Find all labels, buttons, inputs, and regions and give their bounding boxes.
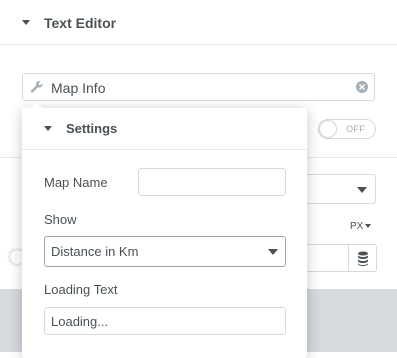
show-label: Show <box>44 212 77 227</box>
loading-text-label: Loading Text <box>44 282 118 297</box>
section-header[interactable]: Text Editor <box>0 0 397 45</box>
chevron-down-icon <box>365 224 372 229</box>
unit-selector[interactable]: PX <box>350 221 372 232</box>
settings-header[interactable]: Settings <box>22 108 307 150</box>
underlying-select[interactable] <box>300 174 376 204</box>
settings-popover: Settings Map Name Show Distance in Km Lo… <box>22 102 307 358</box>
dynamic-tag-value: Map Info <box>51 80 106 96</box>
show-select-value: Distance in Km <box>51 244 139 259</box>
caret-down-icon <box>44 126 52 131</box>
wrench-icon[interactable] <box>30 80 44 99</box>
map-name-label: Map Name <box>44 175 108 190</box>
chevron-down-icon <box>268 249 278 255</box>
switch-toggle[interactable]: OFF <box>318 119 376 139</box>
dynamic-tags-button[interactable] <box>348 244 377 272</box>
number-input[interactable] <box>300 244 348 272</box>
clear-icon[interactable] <box>356 81 368 93</box>
section-title: Text Editor <box>44 15 117 31</box>
unit-label: PX <box>350 221 364 232</box>
switch-label: OFF <box>346 124 365 134</box>
show-select[interactable]: Distance in Km <box>44 236 286 267</box>
settings-title: Settings <box>66 121 118 136</box>
database-icon <box>358 251 368 266</box>
dynamic-tag-field[interactable]: Map Info <box>22 73 375 101</box>
loading-text-input[interactable]: Loading... <box>44 307 286 335</box>
caret-down-icon <box>22 20 30 25</box>
switch-knob <box>320 121 336 137</box>
chevron-down-icon <box>357 187 367 193</box>
map-name-input[interactable] <box>138 168 286 196</box>
